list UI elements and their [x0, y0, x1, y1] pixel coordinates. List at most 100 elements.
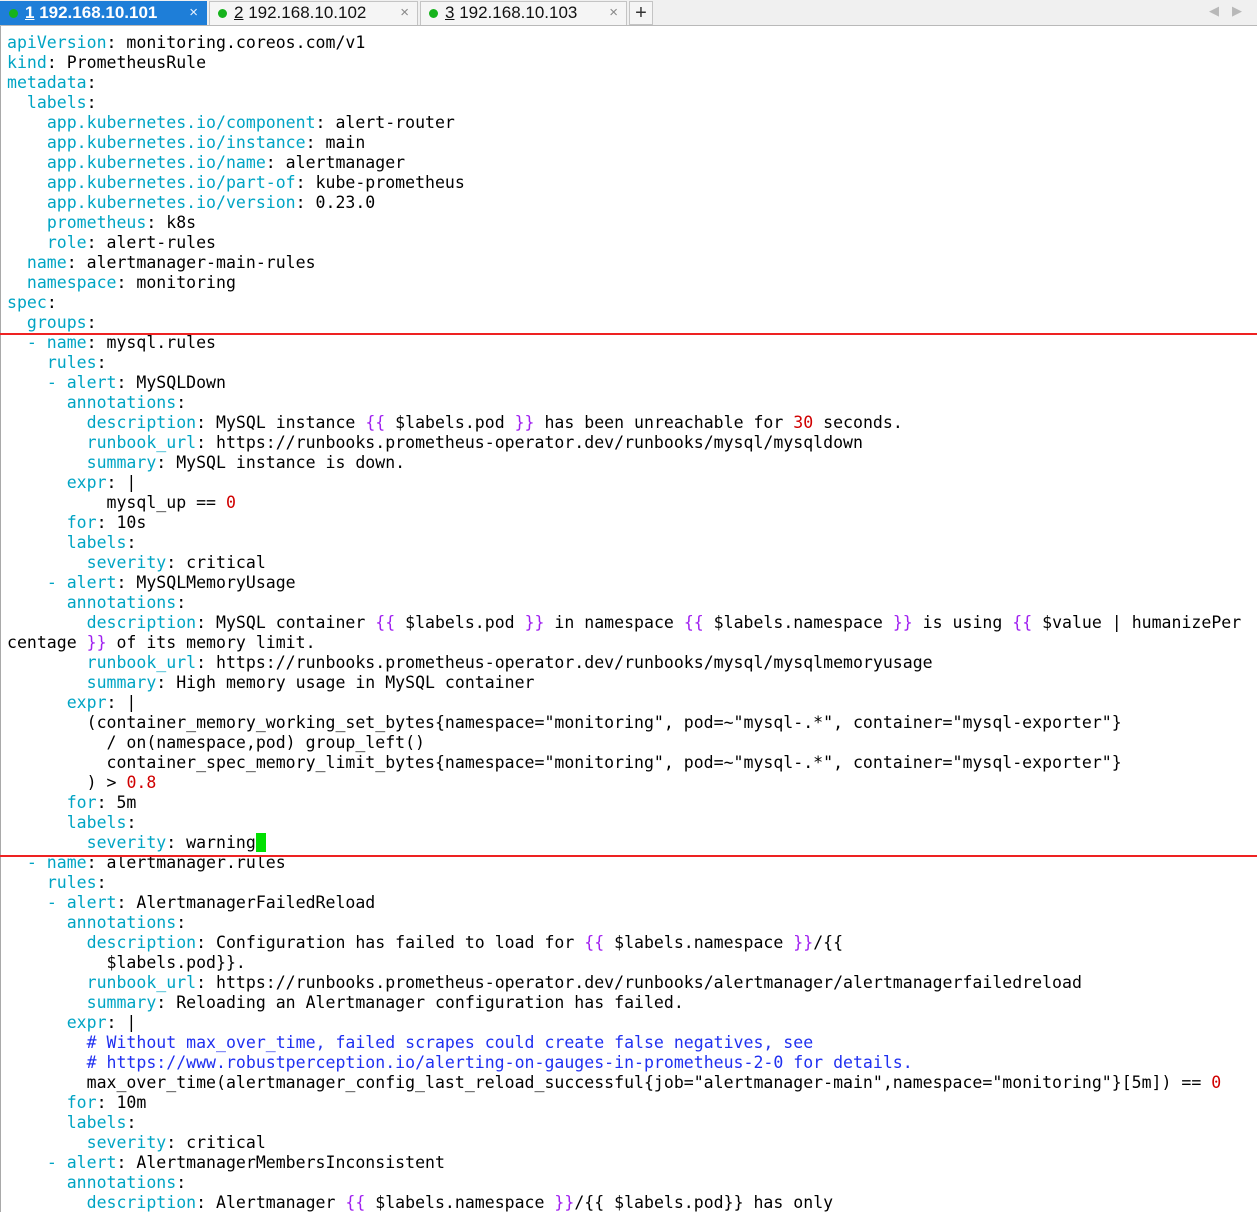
code-token: 0.8 — [126, 773, 157, 792]
code-token: - alert — [46, 573, 117, 592]
code-token: : monitoring — [116, 273, 236, 292]
code-line: for: 10s — [7, 513, 147, 533]
code-line: (container_memory_working_set_bytes{name… — [7, 713, 1122, 733]
code-token: of its memory limit. — [106, 633, 316, 652]
code-token: : — [96, 873, 107, 892]
code-line: labels: — [7, 813, 137, 833]
scroll-tabs-left-icon[interactable]: ◀ — [1209, 3, 1219, 19]
code-line: metadata: — [7, 73, 97, 93]
code-token: for — [66, 793, 97, 812]
close-tab-icon[interactable]: × — [189, 2, 198, 24]
highlight-line-top — [0, 333, 1257, 335]
code-line: - alert: MySQLDown — [7, 373, 226, 393]
code-token: : | — [106, 473, 137, 492]
code-token: - alert — [46, 1153, 117, 1172]
code-token: kind — [7, 53, 47, 72]
code-token: : — [86, 313, 97, 332]
code-token: ) > — [7, 773, 127, 792]
code-token: : k8s — [146, 213, 197, 232]
code-token: severity — [86, 553, 167, 572]
code-line: annotations: — [7, 593, 186, 613]
scroll-tabs-right-icon[interactable]: ▶ — [1232, 3, 1242, 19]
code-token: : — [126, 533, 137, 552]
code-line: role: alert-rules — [7, 233, 216, 253]
tab-session-1[interactable]: 1 192.168.10.101 × — [0, 1, 207, 25]
code-token: : High memory usage in MySQL container — [156, 673, 535, 692]
code-token: 0 — [1211, 1073, 1222, 1092]
code-token: labels — [66, 1113, 127, 1132]
code-token: : critical — [166, 1133, 266, 1152]
code-token: : alertmanager — [265, 153, 406, 172]
code-token: : AlertmanagerFailedReload — [116, 893, 376, 912]
code-line: labels: — [7, 1113, 137, 1133]
code-token: $labels.namespace — [365, 1193, 555, 1212]
code-line: description: Configuration has failed to… — [7, 933, 843, 953]
code-token: rules — [46, 353, 97, 372]
code-line: severity: warning — [7, 833, 266, 853]
code-token: : — [126, 1113, 137, 1132]
tab-session-3[interactable]: 3 192.168.10.103 × — [420, 1, 627, 25]
code-line: description: MySQL instance {{ $labels.p… — [7, 413, 903, 433]
code-line: labels: — [7, 533, 137, 553]
code-line: expr: | — [7, 473, 137, 493]
code-line: app.kubernetes.io/version: 0.23.0 — [7, 193, 375, 213]
code-token: $labels.pod — [395, 613, 525, 632]
code-token: for — [66, 513, 97, 532]
code-line: centage }} of its memory limit. — [7, 633, 316, 653]
new-tab-button[interactable]: + — [629, 1, 653, 25]
code-token: }} — [514, 413, 535, 432]
code-line: apiVersion: monitoring.coreos.com/v1 — [7, 33, 365, 53]
code-token: : https://runbooks.prometheus-operator.d… — [196, 433, 863, 452]
code-token: - alert — [46, 373, 117, 392]
code-line: expr: | — [7, 1013, 137, 1033]
code-token: $labels.pod}}. — [7, 953, 246, 972]
code-token: annotations — [66, 913, 177, 932]
code-line: app.kubernetes.io/name: alertmanager — [7, 153, 405, 173]
code-token: : critical — [166, 553, 266, 572]
code-token: : — [86, 93, 97, 112]
code-token: : MySQL instance — [196, 413, 366, 432]
terminal-editor[interactable]: apiVersion: monitoring.coreos.com/v1 kind… — [0, 26, 1257, 1212]
code-token: }} — [86, 633, 107, 652]
close-tab-icon[interactable]: × — [609, 2, 618, 24]
code-token: : 10s — [96, 513, 147, 532]
code-token: : MySQLMemoryUsage — [116, 573, 296, 592]
code-line: runbook_url: https://runbooks.prometheus… — [7, 433, 863, 453]
code-token: rules — [46, 873, 97, 892]
code-token: expr — [66, 473, 107, 492]
code-token: labels — [66, 813, 127, 832]
code-token: description — [86, 613, 197, 632]
code-token: metadata — [7, 73, 87, 92]
code-token: : 5m — [96, 793, 137, 812]
code-token: {{ — [1012, 613, 1033, 632]
code-token: runbook_url — [86, 433, 197, 452]
close-tab-icon[interactable]: × — [400, 2, 409, 24]
code-line: name: alertmanager-main-rules — [7, 253, 316, 273]
code-line: for: 10m — [7, 1093, 147, 1113]
tab-session-2[interactable]: 2 192.168.10.102 × — [209, 1, 418, 25]
code-line: spec: — [7, 293, 57, 313]
session-tab-bar: 1 192.168.10.101 × 2 192.168.10.102 × 3 … — [0, 0, 1257, 26]
code-line: expr: | — [7, 693, 137, 713]
code-line: summary: Reloading an Alertmanager confi… — [7, 993, 684, 1013]
code-token: : Reloading an Alertmanager configuratio… — [156, 993, 684, 1012]
code-line: annotations: — [7, 393, 186, 413]
code-token: : alert-rules — [86, 233, 217, 252]
code-token: labels — [26, 93, 87, 112]
code-token: : — [176, 1173, 187, 1192]
code-token: summary — [86, 993, 157, 1012]
